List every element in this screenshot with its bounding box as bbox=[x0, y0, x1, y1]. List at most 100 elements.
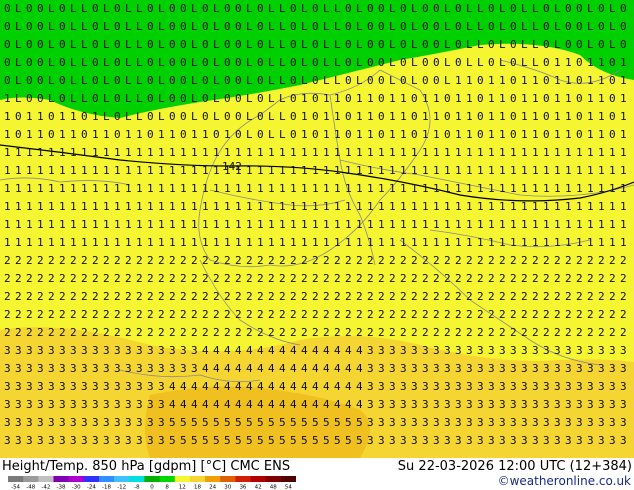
value-glyph: 4 bbox=[224, 380, 231, 393]
value-glyph: 4 bbox=[257, 380, 264, 393]
value-glyph: 1 bbox=[598, 200, 605, 213]
value-glyph: 1 bbox=[26, 146, 33, 159]
value-glyph: 5 bbox=[213, 416, 220, 429]
value-glyph: 0 bbox=[620, 2, 627, 15]
value-glyph: 3 bbox=[499, 362, 506, 375]
value-glyph: 1 bbox=[455, 74, 462, 87]
value-glyph: 3 bbox=[444, 434, 451, 447]
value-glyph: 1 bbox=[477, 182, 484, 195]
value-glyph: 3 bbox=[455, 416, 462, 429]
value-glyph: 1 bbox=[565, 56, 572, 69]
colorbar-swatch bbox=[159, 476, 176, 482]
value-glyph: 2 bbox=[576, 272, 583, 285]
value-glyph: 0 bbox=[455, 56, 462, 69]
value-glyph: 1 bbox=[433, 92, 440, 105]
value-glyph: 3 bbox=[565, 344, 572, 357]
value-glyph: 1 bbox=[70, 218, 77, 231]
value-glyph: 2 bbox=[202, 308, 209, 321]
value-glyph: 1 bbox=[433, 128, 440, 141]
value-glyph: 1 bbox=[334, 218, 341, 231]
value-glyph: 3 bbox=[609, 434, 616, 447]
value-glyph: 2 bbox=[389, 326, 396, 339]
value-glyph: L bbox=[356, 38, 363, 51]
value-glyph: 1 bbox=[290, 200, 297, 213]
value-glyph: 2 bbox=[400, 272, 407, 285]
value-glyph: 3 bbox=[147, 416, 154, 429]
value-glyph: 5 bbox=[268, 434, 275, 447]
value-glyph: 3 bbox=[180, 344, 187, 357]
value-glyph: 1 bbox=[477, 218, 484, 231]
value-glyph: L bbox=[532, 56, 539, 69]
value-glyph: 5 bbox=[345, 416, 352, 429]
value-glyph: 0 bbox=[26, 20, 33, 33]
value-glyph: L bbox=[334, 2, 341, 15]
value-glyph: 2 bbox=[180, 272, 187, 285]
value-glyph: 1 bbox=[323, 236, 330, 249]
value-glyph: 2 bbox=[400, 308, 407, 321]
value-glyph: L bbox=[521, 2, 528, 15]
value-glyph: 1 bbox=[587, 56, 594, 69]
colorbar-tick-label: -42 bbox=[41, 485, 50, 490]
value-glyph: 0 bbox=[609, 92, 616, 105]
value-glyph: 2 bbox=[532, 290, 539, 303]
value-glyph: 3 bbox=[26, 434, 33, 447]
value-glyph: 0 bbox=[422, 38, 429, 51]
value-glyph: 0 bbox=[15, 110, 22, 123]
value-glyph: 2 bbox=[15, 272, 22, 285]
value-glyph: 1 bbox=[136, 200, 143, 213]
value-glyph: 3 bbox=[4, 344, 11, 357]
value-glyph: 1 bbox=[499, 182, 506, 195]
value-glyph: 4 bbox=[290, 344, 297, 357]
value-glyph: 1 bbox=[587, 74, 594, 87]
value-glyph: 1 bbox=[279, 182, 286, 195]
value-glyph: 3 bbox=[521, 416, 528, 429]
value-glyph: L bbox=[499, 2, 506, 15]
value-glyph: 2 bbox=[246, 326, 253, 339]
value-glyph: 3 bbox=[433, 434, 440, 447]
value-glyph: 0 bbox=[455, 20, 462, 33]
value-glyph: 2 bbox=[499, 308, 506, 321]
value-glyph: 1 bbox=[191, 218, 198, 231]
value-glyph: 0 bbox=[92, 92, 99, 105]
value-glyph: 0 bbox=[510, 38, 517, 51]
value-glyph: 2 bbox=[609, 254, 616, 267]
value-glyph: L bbox=[587, 2, 594, 15]
value-glyph: 1 bbox=[411, 146, 418, 159]
value-glyph: 2 bbox=[477, 290, 484, 303]
value-glyph: 0 bbox=[576, 56, 583, 69]
value-glyph: 2 bbox=[191, 254, 198, 267]
value-glyph: 1 bbox=[488, 200, 495, 213]
value-glyph: 2 bbox=[510, 272, 517, 285]
value-glyph: 0 bbox=[312, 2, 319, 15]
value-glyph: 1 bbox=[455, 218, 462, 231]
value-glyph: 1 bbox=[158, 200, 165, 213]
value-glyph: 3 bbox=[565, 434, 572, 447]
value-glyph: 1 bbox=[345, 146, 352, 159]
value-glyph: 2 bbox=[576, 308, 583, 321]
value-glyph: 2 bbox=[378, 326, 385, 339]
value-glyph: 0 bbox=[180, 2, 187, 15]
value-glyph: 2 bbox=[48, 308, 55, 321]
value-glyph: 3 bbox=[169, 362, 176, 375]
value-glyph: 3 bbox=[543, 344, 550, 357]
value-glyph: 1 bbox=[422, 182, 429, 195]
value-glyph: 4 bbox=[279, 380, 286, 393]
value-glyph: 1 bbox=[554, 236, 561, 249]
value-glyph: 0 bbox=[92, 74, 99, 87]
value-glyph: 1 bbox=[37, 164, 44, 177]
value-glyph: 1 bbox=[59, 128, 66, 141]
colorbar-tick-label: -12 bbox=[117, 485, 126, 490]
value-glyph: 1 bbox=[191, 182, 198, 195]
value-glyph: 0 bbox=[147, 74, 154, 87]
value-glyph: L bbox=[125, 38, 132, 51]
value-glyph: 1 bbox=[433, 200, 440, 213]
value-glyph: 2 bbox=[620, 290, 627, 303]
colorbar-tick-label: -38 bbox=[57, 485, 66, 490]
value-glyph: 2 bbox=[213, 308, 220, 321]
value-glyph: 3 bbox=[466, 416, 473, 429]
value-glyph: 1 bbox=[444, 218, 451, 231]
value-glyph: 2 bbox=[169, 290, 176, 303]
value-glyph: 2 bbox=[323, 254, 330, 267]
value-glyph: 1 bbox=[202, 182, 209, 195]
value-glyph: L bbox=[609, 38, 616, 51]
